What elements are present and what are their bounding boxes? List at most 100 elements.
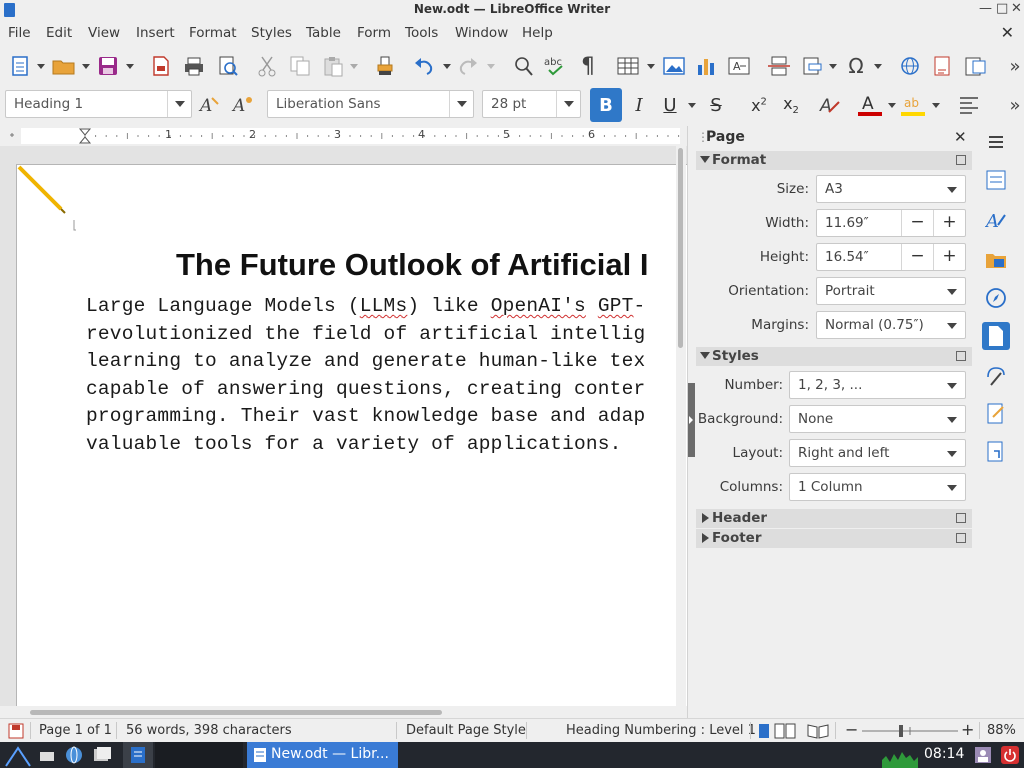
width-value[interactable]: 11.69″ xyxy=(825,215,869,231)
section-footer[interactable]: Footer xyxy=(696,529,972,548)
document-body[interactable]: Large Language Models (LLMs) like OpenAI… xyxy=(86,293,645,458)
more-options-icon[interactable] xyxy=(956,351,966,361)
insert-textbox-icon[interactable]: A xyxy=(727,54,751,78)
section-format[interactable]: Format xyxy=(696,151,972,170)
new-dropdown-icon[interactable] xyxy=(37,64,45,69)
paragraph-style-combo[interactable]: Heading 1 xyxy=(5,90,192,118)
close-icon[interactable]: ✕ xyxy=(1011,1,1022,16)
italic-button[interactable]: I xyxy=(625,90,653,120)
book-view-icon[interactable] xyxy=(806,723,830,739)
export-pdf-icon[interactable] xyxy=(149,54,173,78)
sidebar-splitter[interactable] xyxy=(687,126,696,718)
document-page[interactable]: The Future Outlook of Artificial I Large… xyxy=(16,164,687,706)
find-replace-icon[interactable] xyxy=(511,54,535,78)
font-color-dropdown-icon[interactable] xyxy=(888,103,896,108)
word-count[interactable]: 56 words, 398 characters xyxy=(126,723,292,738)
special-character-dropdown-icon[interactable] xyxy=(874,64,882,69)
formatting-marks-icon[interactable]: ¶ xyxy=(576,54,600,79)
clone-formatting-icon[interactable] xyxy=(373,54,397,78)
menu-form[interactable]: Form xyxy=(357,25,391,41)
decrease-width-button[interactable]: − xyxy=(901,210,933,236)
copy-icon[interactable] xyxy=(288,54,312,78)
menu-insert[interactable]: Insert xyxy=(136,25,175,41)
more-tools-chevron-icon[interactable]: » xyxy=(1003,54,1024,78)
insert-chart-icon[interactable] xyxy=(694,54,718,78)
minimize-icon[interactable]: — xyxy=(979,1,992,16)
highlighting-color-icon[interactable]: ab xyxy=(899,90,927,120)
document-heading[interactable]: The Future Outlook of Artificial I xyxy=(176,247,648,283)
browser-icon[interactable] xyxy=(64,745,84,765)
more-options-icon[interactable] xyxy=(956,155,966,165)
page-style[interactable]: Default Page Style xyxy=(406,723,526,738)
more-options-icon[interactable] xyxy=(956,513,966,523)
horizontal-scrollbar[interactable] xyxy=(0,706,687,718)
style-inspector-icon[interactable] xyxy=(982,362,1010,390)
menu-tools[interactable]: Tools xyxy=(405,25,438,41)
page-break-icon[interactable] xyxy=(767,54,791,78)
properties-icon[interactable] xyxy=(982,166,1010,194)
paste-dropdown-icon[interactable] xyxy=(350,64,358,69)
align-left-icon[interactable] xyxy=(955,90,983,120)
print-icon[interactable] xyxy=(182,54,206,78)
zoom-slider[interactable] xyxy=(862,723,958,739)
background-select[interactable]: None xyxy=(789,405,966,433)
design-icon[interactable] xyxy=(982,438,1010,466)
comment-icon[interactable] xyxy=(964,54,988,78)
menu-edit[interactable]: Edit xyxy=(46,25,72,41)
footnote-icon[interactable] xyxy=(930,54,954,78)
document-modified-icon[interactable] xyxy=(8,723,24,739)
insert-table-icon[interactable] xyxy=(616,54,640,78)
menu-window[interactable]: Window xyxy=(455,25,508,41)
increase-height-button[interactable]: + xyxy=(933,244,965,270)
document-area[interactable]: The Future Outlook of Artificial I Large… xyxy=(0,146,687,706)
undo-icon[interactable] xyxy=(412,54,436,78)
user-icon[interactable] xyxy=(974,746,992,764)
orientation-select[interactable]: Portrait xyxy=(816,277,966,305)
bold-button[interactable]: B xyxy=(590,88,622,122)
new-document-icon[interactable] xyxy=(8,54,32,78)
height-value[interactable]: 16.54″ xyxy=(825,249,869,265)
height-spinner[interactable]: 16.54″ − + xyxy=(816,243,966,271)
undo-dropdown-icon[interactable] xyxy=(443,64,451,69)
clock[interactable]: 08:14 xyxy=(924,746,964,762)
increase-width-button[interactable]: + xyxy=(933,210,965,236)
underline-button[interactable]: U xyxy=(656,90,684,120)
layout-select[interactable]: Right and left xyxy=(789,439,966,467)
horizontal-ruler[interactable]: 1 2 3 4 5 6 xyxy=(0,126,680,146)
show-desktop-icon[interactable] xyxy=(38,746,56,764)
decrease-height-button[interactable]: − xyxy=(901,244,933,270)
styles-icon[interactable]: A xyxy=(982,206,1010,234)
chevron-down-icon[interactable] xyxy=(167,91,191,117)
new-style-icon[interactable]: A xyxy=(229,90,257,120)
vertical-scrollbar[interactable] xyxy=(676,146,686,706)
collapse-sidebar-handle[interactable] xyxy=(688,383,695,457)
single-page-view-icon[interactable] xyxy=(757,723,771,739)
start-menu-icon[interactable] xyxy=(4,742,32,768)
chevron-down-icon[interactable] xyxy=(449,91,473,117)
subscript-icon[interactable]: x2 xyxy=(777,90,805,120)
more-options-icon[interactable] xyxy=(956,533,966,543)
chevron-down-icon[interactable] xyxy=(556,91,580,117)
page-count[interactable]: Page 1 of 1 xyxy=(39,723,112,738)
redo-dropdown-icon[interactable] xyxy=(487,64,495,69)
section-header[interactable]: Header xyxy=(696,509,972,528)
page-icon[interactable] xyxy=(982,322,1010,350)
underline-dropdown-icon[interactable] xyxy=(688,103,696,108)
redo-icon[interactable] xyxy=(456,54,480,78)
close-document-icon[interactable]: ✕ xyxy=(1001,23,1014,42)
menu-styles[interactable]: Styles xyxy=(251,25,292,41)
number-select[interactable]: 1, 2, 3, ... xyxy=(789,371,966,399)
save-icon[interactable] xyxy=(96,54,120,78)
workspace-switcher[interactable] xyxy=(155,742,243,768)
print-preview-icon[interactable] xyxy=(216,54,240,78)
gallery-icon[interactable] xyxy=(982,246,1010,274)
sidebar-menu-icon[interactable] xyxy=(982,128,1010,156)
update-style-icon[interactable]: A xyxy=(196,90,224,120)
spellcheck-icon[interactable]: abc xyxy=(543,54,567,78)
strikethrough-button[interactable]: S xyxy=(702,90,730,120)
hyperlink-icon[interactable] xyxy=(898,54,922,78)
zoom-level[interactable]: 88% xyxy=(987,723,1016,738)
font-size-combo[interactable]: 28 pt xyxy=(482,90,581,118)
margins-select[interactable]: Normal (0.75″) xyxy=(816,311,966,339)
font-color-icon[interactable]: A xyxy=(856,90,884,120)
